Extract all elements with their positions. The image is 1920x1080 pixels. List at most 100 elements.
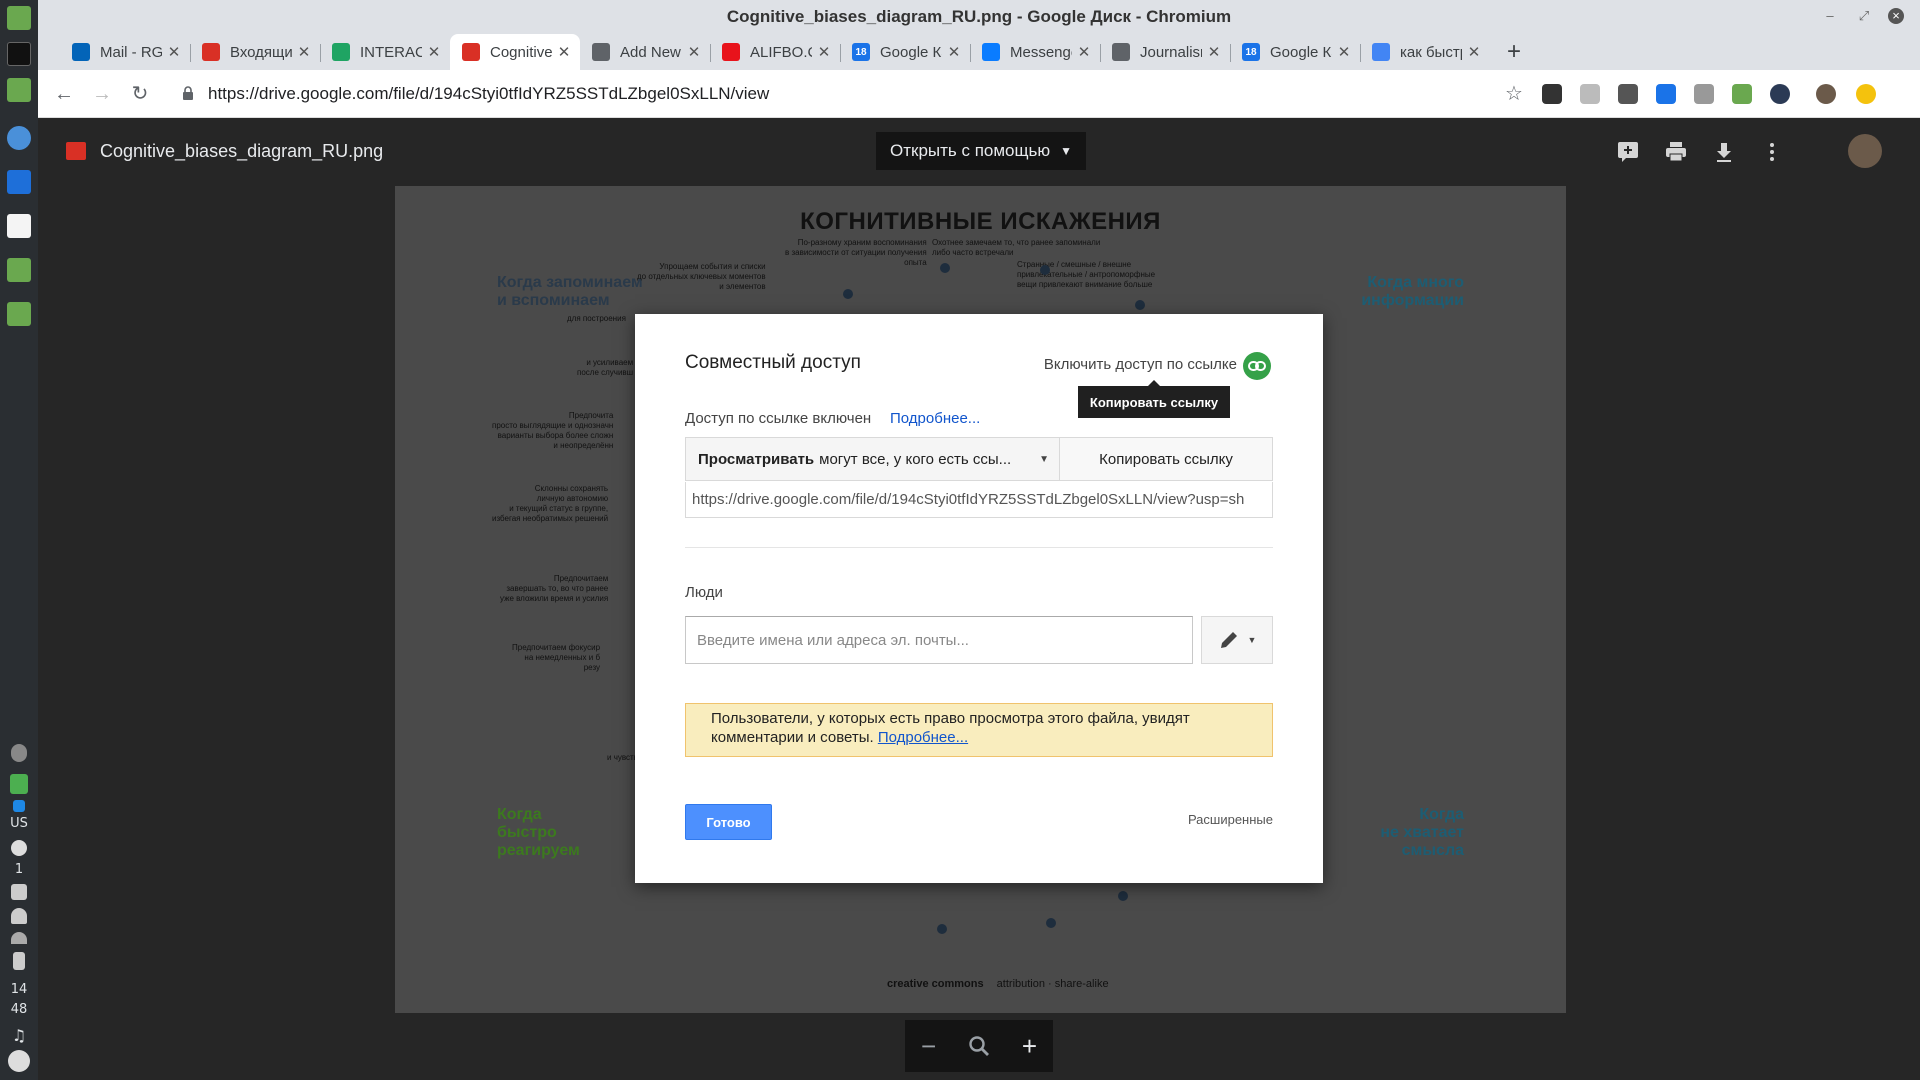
music-note-icon[interactable]: ♫ [0, 1026, 38, 1045]
diagram-dot [843, 289, 853, 299]
browser-tab[interactable]: 18 Google Кал✕ [840, 34, 970, 70]
notification-count: 1 [14, 862, 24, 877]
browser-tab[interactable]: 18 Google Кал✕ [1230, 34, 1360, 70]
bluetooth-icon[interactable] [11, 744, 27, 762]
open-with-button[interactable]: Открыть с помощью ▼ [876, 132, 1086, 170]
bias-description: Предпочита просто выглядящие и однозначн… [492, 411, 614, 450]
enable-link-sharing-label[interactable]: Включить доступ по ссылке [1044, 356, 1237, 373]
institution-icon [1112, 43, 1130, 61]
close-tab-icon[interactable]: ✕ [296, 43, 312, 61]
chromium-icon[interactable] [7, 126, 31, 150]
close-tab-icon[interactable]: ✕ [166, 43, 182, 61]
done-button[interactable]: Готово [685, 804, 772, 840]
gmail-icon [202, 43, 220, 61]
share-dialog: Совместный доступ Включить доступ по ссы… [635, 314, 1323, 883]
imdb-extension-icon[interactable] [1618, 84, 1638, 104]
notice-learn-more-link[interactable]: Подробнее... [878, 729, 968, 746]
address-bar[interactable]: https://drive.google.com/file/d/194cStyi… [208, 84, 769, 104]
clock-minute[interactable]: 48 [0, 1002, 38, 1017]
close-tab-icon[interactable]: ✕ [1206, 43, 1222, 61]
bias-description: Предпочитаем фокусир на немедленных и б … [512, 643, 601, 672]
keyboard-layout[interactable]: US [0, 816, 38, 831]
permission-dropdown[interactable]: Просматривать могут все, у кого есть ссы… [686, 438, 1060, 480]
text-editor-icon[interactable] [7, 170, 31, 194]
tab-label: INTERACTIV [360, 43, 422, 61]
people-input[interactable]: Введите имена или адреса эл. почты... [685, 616, 1193, 664]
zoom-search-icon[interactable] [968, 1035, 990, 1057]
browser-tab[interactable]: Cognitive_bi✕ [450, 34, 580, 70]
profile-extension-icon[interactable] [1694, 84, 1714, 104]
browser-tab[interactable]: Входящие (✕ [190, 34, 320, 70]
bias-description: Упрощаем события и списки до отдельных к… [637, 262, 766, 291]
account-avatar[interactable] [1848, 134, 1882, 168]
browser-tab[interactable]: INTERACTIV✕ [320, 34, 450, 70]
close-tab-icon[interactable]: ✕ [946, 43, 962, 61]
close-tab-icon[interactable]: ✕ [1336, 43, 1352, 61]
tv-extension-icon[interactable] [1732, 84, 1752, 104]
os-side-panel: US 1 14 48 ♫ [0, 0, 38, 1080]
copy-link-button[interactable]: Копировать ссылку [1060, 438, 1272, 480]
alert-icon[interactable] [11, 840, 27, 856]
diagram-dot [1040, 265, 1050, 275]
close-tab-icon[interactable]: ✕ [686, 43, 702, 61]
close-tab-icon[interactable]: ✕ [556, 43, 572, 61]
close-window-button[interactable]: × [1888, 8, 1904, 24]
browser-tab[interactable]: Add New Po✕ [580, 34, 710, 70]
terminal-icon[interactable] [7, 42, 31, 66]
close-tab-icon[interactable]: ✕ [1466, 43, 1482, 61]
pocket-extension-icon[interactable] [1542, 84, 1562, 104]
download-icon[interactable] [1712, 140, 1736, 164]
diagram-dot [1046, 918, 1056, 928]
browser-tab[interactable]: Journalism,✕ [1100, 34, 1230, 70]
folder-icon[interactable] [7, 302, 31, 326]
advanced-link[interactable]: Расширенные [1188, 812, 1273, 827]
print-icon[interactable] [1664, 140, 1688, 164]
battery-icon[interactable] [13, 952, 25, 970]
user-icon[interactable] [11, 908, 27, 924]
vpn-extension-icon[interactable] [1770, 84, 1790, 104]
share-url-field[interactable]: https://drive.google.com/file/d/194cStyi… [685, 482, 1273, 518]
close-tab-icon[interactable]: ✕ [1076, 43, 1092, 61]
folder-icon[interactable] [7, 6, 31, 30]
minimize-button[interactable]: – [1822, 8, 1838, 24]
wifi-icon[interactable] [11, 932, 27, 944]
divider [685, 547, 1273, 548]
bookmark-star-icon[interactable]: ☆ [1502, 82, 1526, 106]
zoom-in-icon[interactable]: + [1022, 1031, 1037, 1062]
restore-button[interactable]: ⤢ [1856, 8, 1872, 24]
browser-tab[interactable]: Mail - RGUL✕ [60, 34, 190, 70]
document-icon [592, 43, 610, 61]
category-not-enough-meaning: Когда не хватает смысла [1380, 806, 1464, 859]
category-too-much-info: Когда много информации [1361, 274, 1464, 309]
lock-icon[interactable] [182, 86, 194, 100]
more-vert-icon[interactable] [1760, 140, 1784, 164]
zoom-out-icon[interactable]: − [921, 1031, 936, 1062]
close-tab-icon[interactable]: ✕ [426, 43, 442, 61]
skype-icon[interactable] [13, 800, 25, 812]
browser-tab[interactable]: Messenger✕ [970, 34, 1100, 70]
close-tab-icon[interactable]: ✕ [816, 43, 832, 61]
folder-icon[interactable] [7, 258, 31, 282]
add-comment-icon[interactable] [1616, 140, 1640, 164]
permission-scope: могут все, у кого есть ссы... [819, 450, 1012, 468]
files-icon[interactable] [7, 78, 31, 102]
back-icon[interactable]: ← [52, 82, 76, 106]
new-tab-button[interactable]: + [1500, 38, 1528, 66]
camera-extension-icon[interactable] [1580, 84, 1600, 104]
learn-more-link[interactable]: Подробнее... [890, 410, 980, 427]
calendar-extension-icon[interactable] [1656, 84, 1676, 104]
update-icon[interactable] [1856, 84, 1876, 104]
open-with-label: Открыть с помощью [890, 141, 1051, 160]
forward-icon[interactable]: → [90, 82, 114, 106]
shield-icon[interactable] [10, 774, 28, 794]
screenshot-icon[interactable] [11, 884, 27, 900]
profile-avatar[interactable] [1816, 84, 1836, 104]
reload-icon[interactable]: ↻ [128, 82, 152, 106]
clock-hour[interactable]: 14 [0, 982, 38, 997]
settings-gear-icon[interactable] [8, 1050, 30, 1072]
browser-tab[interactable]: как быстро✕ [1360, 34, 1490, 70]
link-icon[interactable] [1243, 352, 1271, 380]
browser-tab[interactable]: ALIFBO.COM✕ [710, 34, 840, 70]
people-permission-button[interactable]: ▼ [1201, 616, 1273, 664]
music-icon[interactable] [7, 214, 31, 238]
